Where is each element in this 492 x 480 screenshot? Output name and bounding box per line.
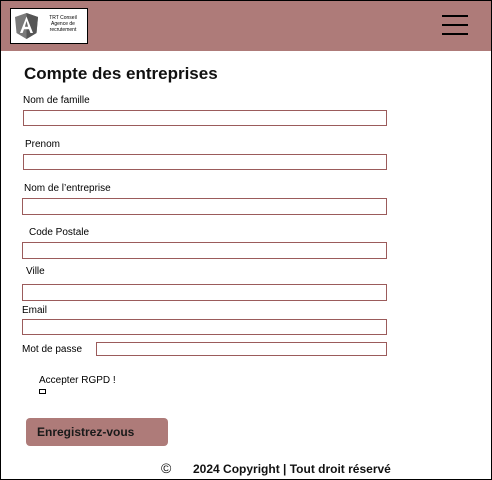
logo-text: TRT Conseil Agence de recrutement [41,15,85,33]
password-field[interactable] [96,342,387,356]
code-postale-label: Code Postale [29,227,90,238]
nom-field[interactable] [23,110,387,126]
hamburger-menu-icon[interactable] [442,14,468,36]
rgpd-checkbox[interactable] [39,389,46,394]
ville-label: Ville [26,266,45,277]
logo-line-3: recrutement [49,27,77,33]
register-button[interactable]: Enregistrez-vous [26,418,168,446]
nom-label: Nom de famille [23,95,90,106]
code-postale-field[interactable] [22,242,387,259]
prenom-field[interactable] [23,154,387,170]
angular-shield-icon [15,13,38,39]
top-header: TRT Conseil Agence de recrutement [1,1,491,51]
page-title: Compte des entreprises [24,64,218,83]
logo[interactable]: TRT Conseil Agence de recrutement [10,8,88,44]
email-field[interactable] [22,319,387,335]
entreprise-field[interactable] [22,198,387,215]
rgpd-label: Accepter RGPD ! [39,375,116,386]
menu-bar [442,15,468,17]
password-label: Mot de passe [22,344,83,355]
prenom-label: Prenom [25,139,61,150]
footer-copyright: 2024 Copyright | Tout droit réservé [193,462,391,476]
menu-bar [442,33,468,35]
menu-bar [442,24,468,26]
copyright-icon: © [161,460,172,476]
entreprise-label: Nom de l’entreprise [24,183,111,194]
email-label: Email [22,305,48,316]
ville-field[interactable] [22,284,387,301]
